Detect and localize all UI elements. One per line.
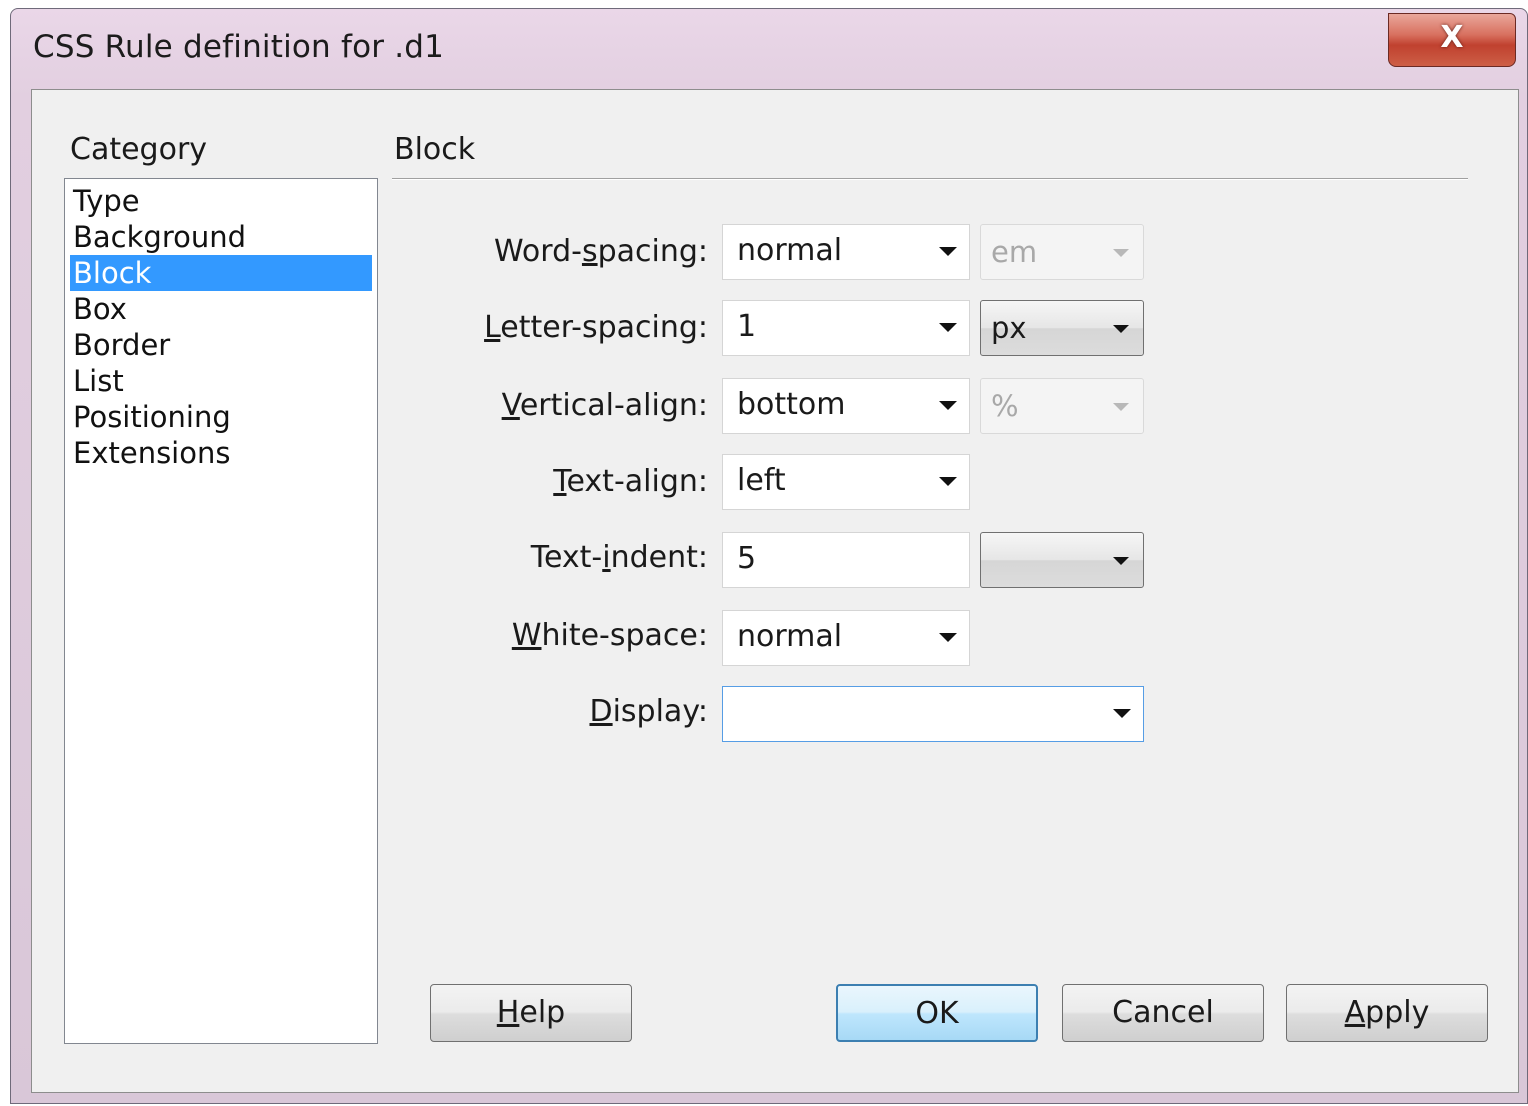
white-space-label: White-space:	[511, 618, 708, 653]
dialog-client-area: Category Type Background Block Box Borde…	[31, 89, 1519, 1093]
dialog-title: CSS Rule definition for .d1	[33, 29, 445, 65]
close-icon: X	[1440, 20, 1464, 55]
text-indent-unit-select[interactable]	[980, 532, 1144, 588]
white-space-value: normal	[737, 619, 843, 654]
vertical-align-value: bottom	[737, 387, 846, 422]
vertical-align-unit-value: %	[991, 389, 1019, 423]
cancel-button[interactable]: Cancel	[1062, 984, 1264, 1042]
chevron-down-icon	[939, 247, 957, 256]
text-indent-label: Text-indent:	[530, 540, 708, 575]
letter-spacing-select[interactable]: 1	[722, 300, 970, 356]
category-item-extensions[interactable]: Extensions	[70, 435, 372, 471]
word-spacing-label: Word-spacing:	[494, 234, 708, 269]
chevron-down-icon	[1113, 557, 1129, 565]
chevron-down-icon	[1113, 709, 1131, 718]
white-space-select[interactable]: normal	[722, 610, 970, 666]
category-item-background[interactable]: Background	[70, 219, 372, 255]
vertical-align-select[interactable]: bottom	[722, 378, 970, 434]
category-item-block[interactable]: Block	[70, 255, 372, 291]
letter-spacing-unit-select[interactable]: px	[980, 300, 1144, 356]
word-spacing-select[interactable]: normal	[722, 224, 970, 280]
category-item-positioning[interactable]: Positioning	[70, 399, 372, 435]
display-label: Display:	[589, 694, 708, 729]
letter-spacing-unit-value: px	[991, 311, 1027, 345]
close-button[interactable]: X	[1388, 13, 1516, 67]
chevron-down-icon	[1113, 403, 1129, 411]
chevron-down-icon	[939, 323, 957, 332]
category-list[interactable]: Type Background Block Box Border List Po…	[64, 178, 378, 1044]
help-button[interactable]: Help	[430, 984, 632, 1042]
letter-spacing-value: 1	[737, 309, 757, 344]
vertical-align-label: Vertical-align:	[501, 388, 708, 423]
word-spacing-unit-select: em	[980, 224, 1144, 280]
letter-spacing-label: Letter-spacing:	[484, 310, 708, 345]
category-item-type[interactable]: Type	[70, 183, 372, 219]
text-align-value: left	[737, 463, 786, 498]
ok-button[interactable]: OK	[836, 984, 1038, 1042]
vertical-align-unit-select: %	[980, 378, 1144, 434]
text-indent-value: 5	[737, 541, 757, 576]
section-title: Block	[394, 132, 476, 167]
chevron-down-icon	[939, 401, 957, 410]
word-spacing-value: normal	[737, 233, 843, 268]
apply-button[interactable]: Apply	[1286, 984, 1488, 1042]
chevron-down-icon	[939, 633, 957, 642]
chevron-down-icon	[1113, 325, 1129, 333]
display-select[interactable]	[722, 686, 1144, 742]
chevron-down-icon	[939, 477, 957, 486]
section-divider	[392, 178, 1468, 180]
category-item-list[interactable]: List	[70, 363, 372, 399]
text-align-label: Text-align:	[553, 464, 708, 499]
category-item-border[interactable]: Border	[70, 327, 372, 363]
dialog-window: CSS Rule definition for .d1 X Category T…	[10, 8, 1528, 1104]
category-item-box[interactable]: Box	[70, 291, 372, 327]
chevron-down-icon	[1113, 249, 1129, 257]
text-align-select[interactable]: left	[722, 454, 970, 510]
category-label: Category	[70, 132, 208, 167]
text-indent-input[interactable]: 5	[722, 532, 970, 588]
word-spacing-unit-value: em	[991, 235, 1038, 269]
